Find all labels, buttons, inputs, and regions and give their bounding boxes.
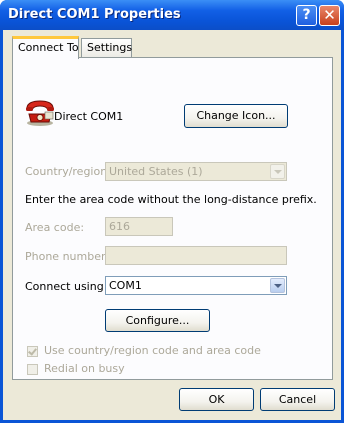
cancel-label: Cancel [278, 393, 317, 406]
window-title: Direct COM1 Properties [8, 7, 181, 22]
ok-label: OK [208, 393, 225, 406]
check-icon [28, 346, 37, 356]
connection-name: Direct COM1 [54, 110, 124, 123]
country-label: Country/region: [25, 165, 111, 178]
chevron-down-icon [270, 164, 285, 179]
ok-button[interactable]: OK [179, 388, 254, 411]
properties-window: Direct COM1 Properties ? ✕ Connect To Se… [0, 0, 344, 423]
country-select[interactable]: United States (1) [105, 162, 287, 181]
dialog-body: Connect To Settings Direct COM1 Change I… [3, 30, 341, 420]
tab-settings[interactable]: Settings [81, 38, 132, 57]
instruction-text: Enter the area code without the long-dis… [25, 193, 317, 206]
phone-number-input[interactable] [105, 246, 287, 265]
configure-button[interactable]: Configure... [105, 309, 210, 332]
phone-number-label: Phone number: [25, 250, 110, 263]
change-icon-button[interactable]: Change Icon... [184, 104, 288, 128]
area-code-value: 616 [109, 220, 130, 233]
connect-using-select[interactable]: COM1 [105, 276, 287, 295]
cancel-button[interactable]: Cancel [260, 388, 335, 411]
help-button[interactable]: ? [296, 5, 317, 26]
redial-on-busy-checkbox[interactable] [27, 364, 38, 375]
use-country-area-code-checkbox[interactable] [27, 346, 38, 357]
close-icon: ✕ [323, 6, 336, 24]
close-button[interactable]: ✕ [319, 5, 340, 26]
title-bar[interactable]: Direct COM1 Properties ? ✕ [0, 0, 344, 30]
connect-to-panel: Direct COM1 Change Icon... Country/regio… [12, 57, 333, 380]
area-code-input[interactable]: 616 [105, 217, 173, 236]
area-code-label: Area code: [25, 221, 85, 234]
tab-connect-to[interactable]: Connect To [12, 36, 79, 59]
use-country-area-code-label: Use country/region code and area code [44, 344, 261, 357]
phone-icon [26, 100, 54, 126]
change-icon-label: Change Icon... [196, 109, 276, 122]
country-value: United States (1) [109, 165, 203, 178]
connect-using-value: COM1 [109, 279, 142, 292]
redial-on-busy-label: Redial on busy [44, 362, 125, 375]
chevron-down-icon[interactable] [270, 278, 285, 293]
configure-label: Configure... [125, 314, 190, 327]
connect-using-label: Connect using: [25, 280, 108, 293]
help-icon: ? [302, 7, 311, 23]
